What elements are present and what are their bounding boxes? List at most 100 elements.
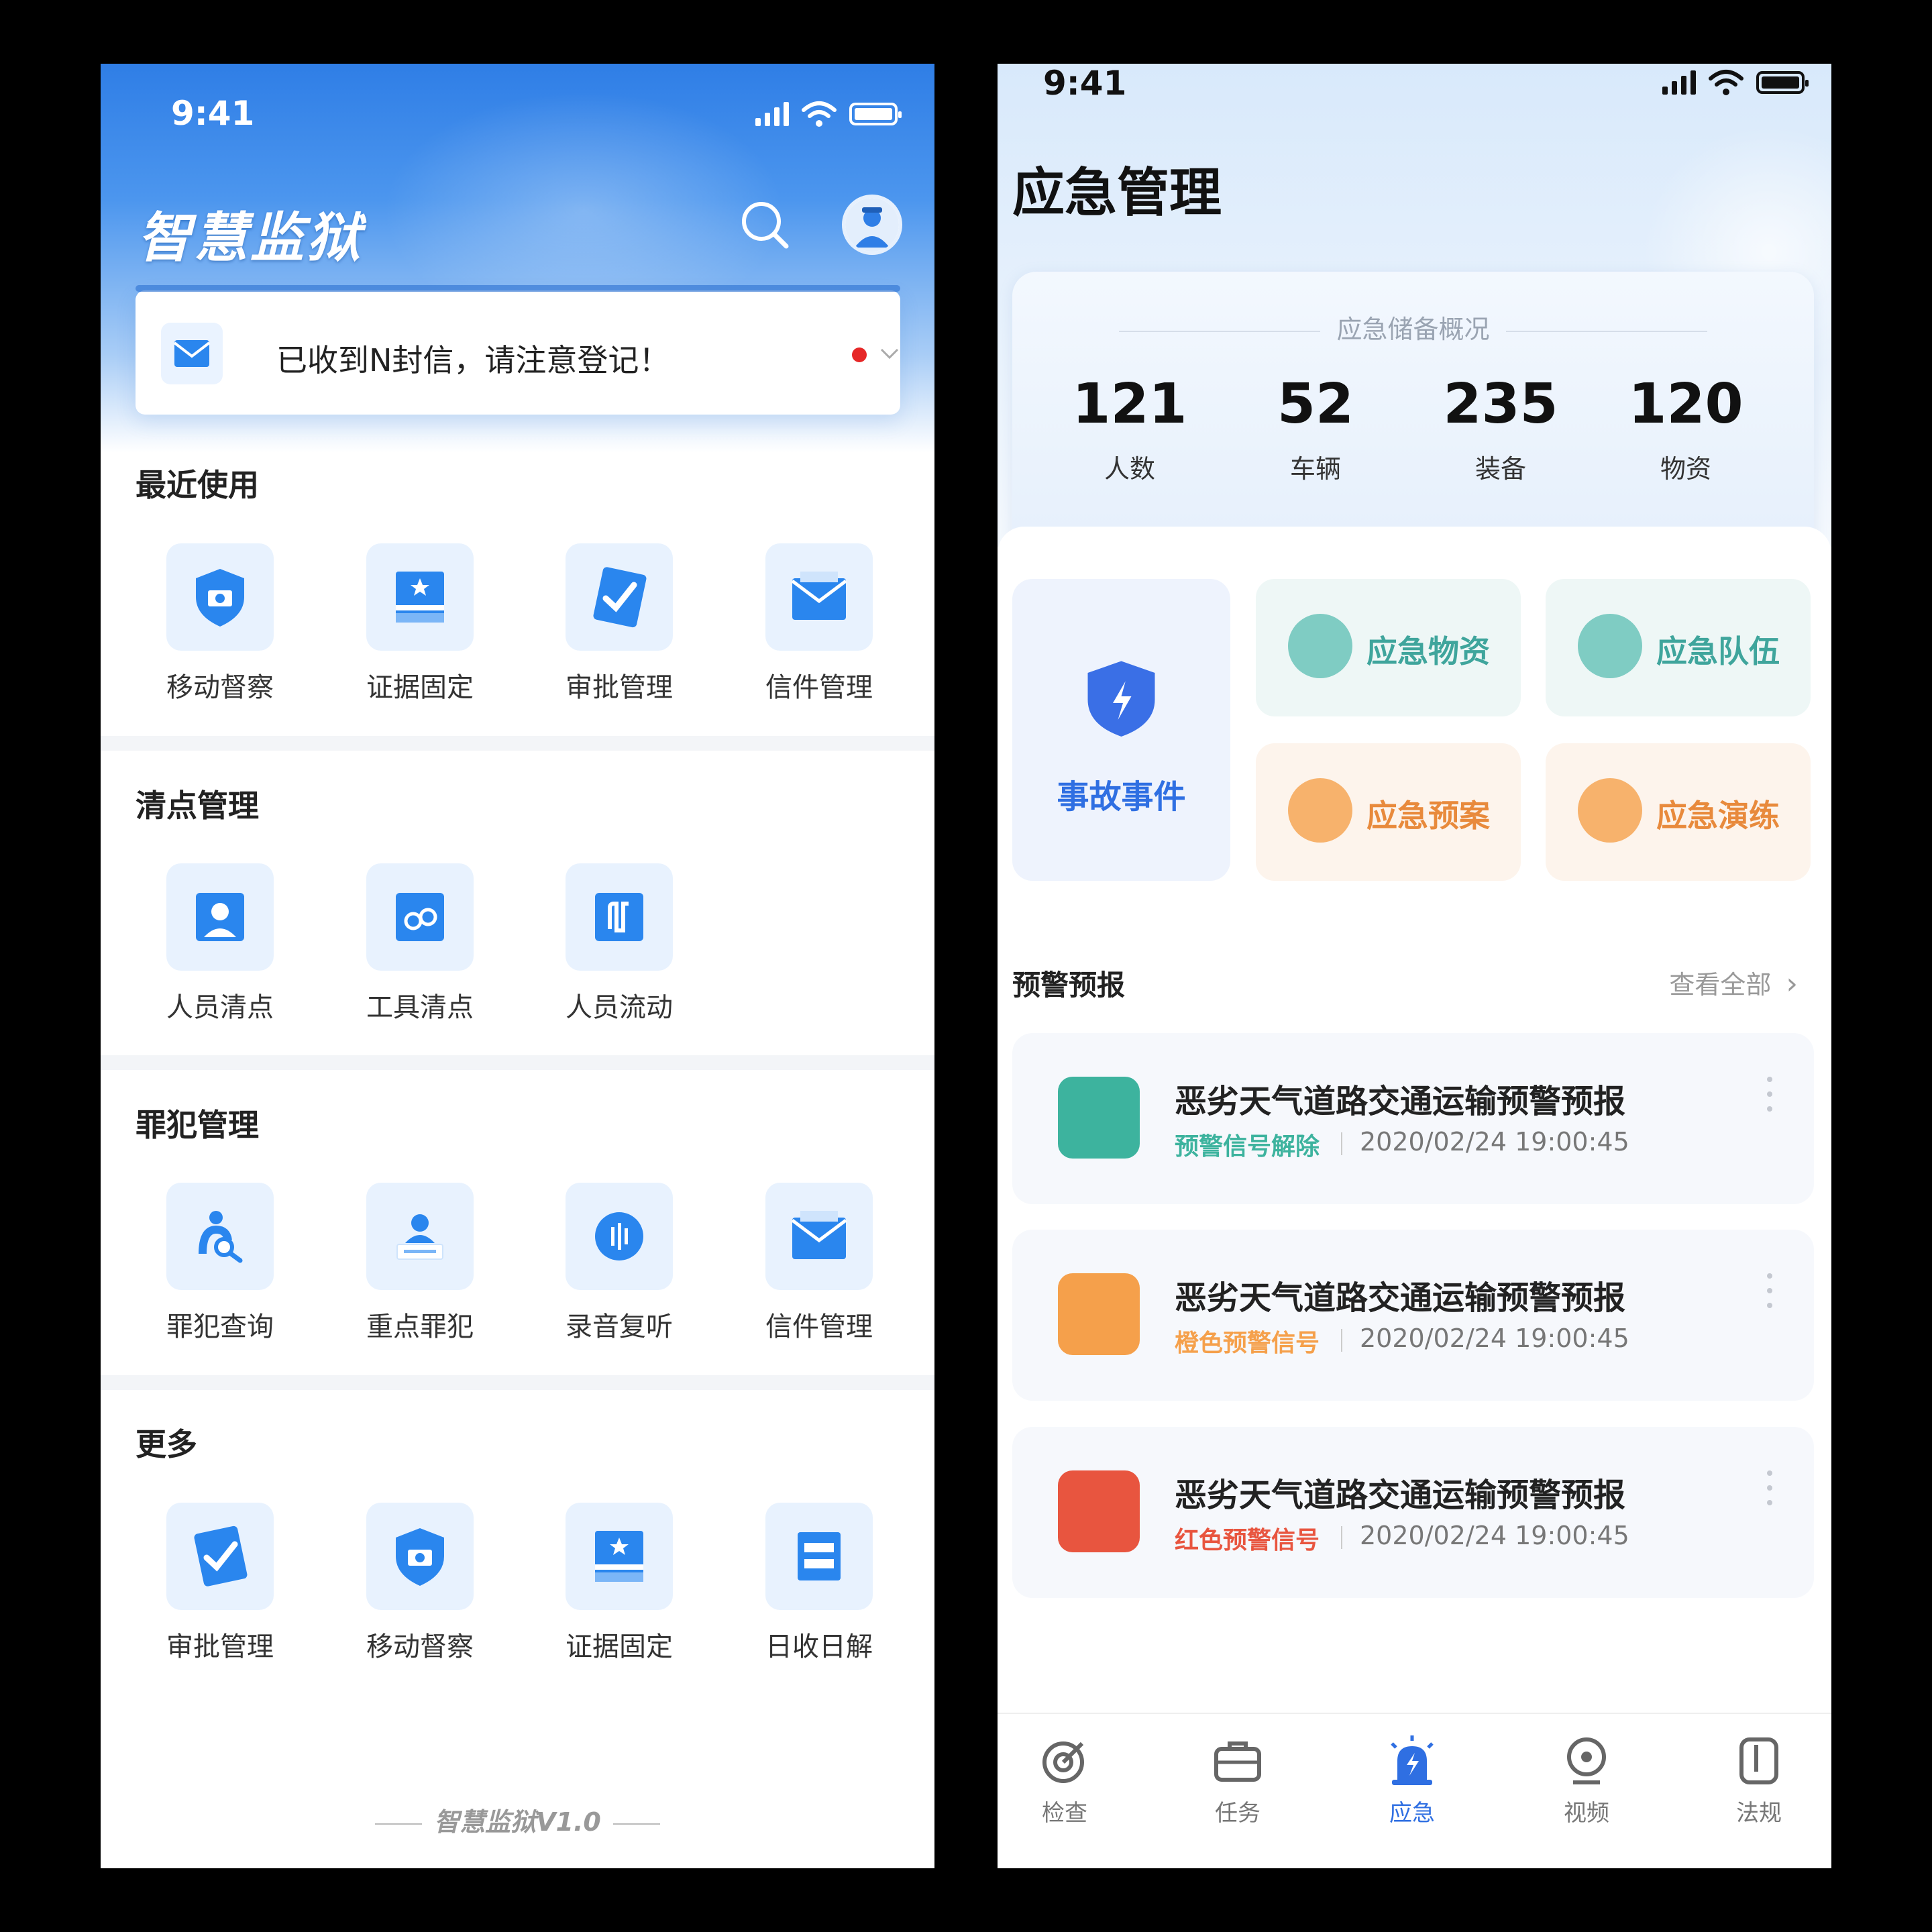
warning-title: 恶劣天气道路交通运输预警预报 [1175,1477,1626,1514]
warning-title: 恶劣天气道路交通运输预警预报 [1175,1279,1626,1317]
audio-icon [595,1212,643,1260]
stat-supplies: 120 物资 [1628,372,1743,484]
warning-time: 2020/02/24 19:00:45 [1360,1521,1629,1550]
tile-label: 罪犯查询 [166,1311,274,1342]
warning-status: 橙色预警信号 [1175,1330,1320,1357]
battery-icon [1756,71,1809,94]
tile-label: 重点罪犯 [366,1311,474,1342]
view-all-link[interactable]: 查看全部 [1669,964,1798,1001]
tab-regulations[interactable]: 法规 [1692,1734,1826,1827]
tab-emergency[interactable]: 应急 [1345,1734,1479,1827]
tile-label: 证据固定 [366,672,474,703]
tile-recording[interactable]: 录音复听 [540,1183,688,1357]
tile-key-criminal[interactable]: 重点罪犯 [341,1183,488,1357]
tile-label: 录音复听 [566,1311,673,1342]
more-vertical-icon[interactable] [1767,1077,1774,1117]
tile-emergency-team[interactable]: 应急队伍 [1546,579,1811,716]
warnings-title: 预警预报 [1012,969,1126,1002]
bottom-tab-bar: 检查 任务 应急 视频 法规 [998,1713,1831,1868]
section-divider [101,1375,934,1390]
tile-daily[interactable]: 日收日解 [740,1503,888,1677]
tile-label: 应急队伍 [1656,633,1780,669]
tile-emergency-drill[interactable]: 应急演练 [1546,743,1811,881]
warning-status: 预警信号解除 [1175,1133,1320,1161]
tile-label: 人员流动 [566,992,673,1023]
tile-label: 事故事件 [1057,778,1186,816]
tile-letters[interactable]: 信件管理 [740,543,888,718]
warning-card[interactable]: 恶劣天气道路交通运输预警预报 预警信号解除 2020/02/24 19:00:4… [1012,1033,1814,1204]
tile-label: 应急预案 [1366,798,1490,834]
tile-criminal-query[interactable]: 罪犯查询 [141,1183,288,1357]
reserve-title: 应急储备概况 [1012,309,1814,345]
tile-label: 移动督察 [366,1631,474,1662]
person-search-icon [199,1211,243,1263]
envelope-icon [791,1211,847,1259]
tile-evidence[interactable]: 证据固定 [341,543,488,718]
tile-mobile-inspect[interactable]: 移动督察 [141,543,288,718]
briefcase-icon [1214,1741,1261,1782]
tile-personnel-flow[interactable]: 人员流动 [540,863,688,1038]
tile-letters-2[interactable]: 信件管理 [740,1183,888,1357]
tile-label: 证据固定 [566,1631,673,1662]
tile-approval[interactable]: 审批管理 [540,543,688,718]
tab-tasks[interactable]: 任务 [1171,1734,1305,1827]
warning-status: 红色预警信号 [1175,1527,1320,1554]
tile-label: 工具清点 [366,992,474,1023]
drill-icon [1578,778,1642,843]
wifi-icon [802,101,837,127]
section-title-more: 更多 [136,1426,197,1462]
more-vertical-icon[interactable] [1767,1470,1774,1511]
section-title-count: 清点管理 [136,788,259,824]
tile-label: 信件管理 [765,672,873,703]
tile-label: 信件管理 [765,1311,873,1342]
wifi-icon [1709,70,1743,95]
tile-approval-2[interactable]: 审批管理 [141,1503,288,1677]
stat-vehicles: 52 车辆 [1277,372,1354,484]
tile-emergency-supplies[interactable]: 应急物资 [1256,579,1521,716]
tile-tool-count[interactable]: 工具清点 [341,863,488,1038]
signal-icon [1662,70,1696,95]
chevron-down-icon[interactable] [879,343,900,364]
team-icon [1578,614,1642,678]
phone-prison-app: 9:41 智慧监狱 已收到N封信，请注意登记！ 最近使用 移动督察 证据固定 审… [101,64,934,1868]
more-vertical-icon[interactable] [1767,1273,1774,1313]
search-icon[interactable] [738,198,792,252]
tile-label: 审批管理 [566,672,673,703]
police-avatar-icon [845,198,899,252]
tile-label: 应急物资 [1366,633,1490,669]
tile-incident[interactable]: 事故事件 [1012,579,1230,881]
tile-label: 人员清点 [166,992,274,1023]
alarm-icon [1391,1735,1434,1785]
tile-personnel-count[interactable]: 人员清点 [141,863,288,1038]
page-title: 应急管理 [1012,163,1222,223]
target-icon [1042,1741,1084,1783]
tile-label: 审批管理 [166,1631,274,1662]
flow-icon [595,893,643,941]
status-time: 9:41 [171,94,255,133]
shield-camera-icon [196,569,244,627]
section-title-recent: 最近使用 [136,467,259,503]
tab-inspect[interactable]: 检查 [998,1734,1132,1827]
plan-icon [1288,778,1352,843]
certificate-icon [396,572,444,623]
notice-text: 已收到N封信，请注意登记！ [276,342,670,378]
signal-icon [755,102,789,126]
version-footer: 智慧监狱V1.0 [101,1801,934,1838]
app-title: 智慧监狱 [138,207,363,269]
tab-video[interactable]: 视频 [1519,1734,1654,1827]
phone-emergency-app: 9:41 应急管理 应急储备概况 121 人数 52 车辆 235 装备 120… [998,64,1831,1868]
tile-mobile-inspect-2[interactable]: 移动督察 [341,1503,488,1677]
warning-card[interactable]: 恶劣天气道路交通运输预警预报 橙色预警信号 2020/02/24 19:00:4… [1012,1230,1814,1401]
tile-label: 应急演练 [1656,798,1780,834]
tile-emergency-plan[interactable]: 应急预案 [1256,743,1521,881]
daily-log-icon [798,1532,841,1580]
unread-dot [852,347,867,362]
warning-card[interactable]: 恶劣天气道路交通运输预警预报 红色预警信号 2020/02/24 19:00:4… [1012,1427,1814,1598]
check-document-icon [593,567,647,628]
letter-notice-bar[interactable]: 已收到N封信，请注意登记！ [136,285,900,415]
avatar[interactable] [842,195,902,255]
shield-lightning-icon [1087,661,1155,737]
mail-icon [173,340,211,367]
stat-equipment: 235 装备 [1443,372,1558,484]
tile-evidence-2[interactable]: 证据固定 [540,1503,688,1677]
